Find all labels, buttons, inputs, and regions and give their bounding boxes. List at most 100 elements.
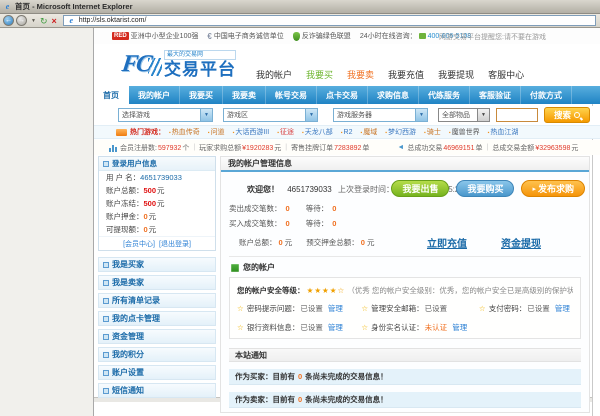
server-select[interactable]: 游戏服务器 ▼ xyxy=(333,108,428,122)
sidebar-item-settings[interactable]: 账户设置 xyxy=(98,365,216,380)
back-button[interactable]: ← xyxy=(3,15,14,26)
login-user-box: 登录用户信息 用 户 名：4651739033 账户总额：500元 账户冻结：5… xyxy=(98,156,216,251)
link-i-want-sell[interactable]: 我要卖 xyxy=(347,68,374,81)
platform-warning-text: 网游交易平台提醒您:请不要在游戏 xyxy=(439,32,546,42)
search-bar: 选择游戏 ▼ 游戏区 ▼ 游戏服务器 ▼ 全部物品 ▼ 搜索 xyxy=(94,106,600,125)
account-frozen-field: 账户冻结：500元 xyxy=(99,197,215,210)
manage-link[interactable]: 管理 xyxy=(452,323,467,332)
link-i-want-buy[interactable]: 我要买 xyxy=(306,68,333,81)
sidebar-item-points[interactable]: 我的积分 xyxy=(98,347,216,362)
tab-payment-methods[interactable]: 付款方式 xyxy=(521,86,572,104)
sell-button[interactable]: 我要出售 xyxy=(391,180,449,197)
sidebar-item-card-manage[interactable]: 我的点卡管理 xyxy=(98,311,216,326)
window-titlebar[interactable]: e 首页 - Microsoft Internet Explorer xyxy=(0,0,600,14)
category-select[interactable]: 全部物品 ▼ xyxy=(438,108,490,122)
sidebar-menu: 我是买家 我是卖家 所有清单记录 我的点卡管理 资金管理 我的积分 账户设置 短… xyxy=(98,257,216,398)
stop-button[interactable]: × xyxy=(52,16,57,26)
hot-tag-icon xyxy=(116,129,127,136)
manage-link[interactable]: 管理 xyxy=(555,304,570,313)
sidebar-item-buyer[interactable]: 我是买家 xyxy=(98,257,216,272)
hot-game-link[interactable]: ▪大话西游III xyxy=(233,127,270,137)
link-service-center[interactable]: 客服中心 xyxy=(488,68,524,81)
hot-game-link[interactable]: ▪天龙八部 xyxy=(302,127,333,137)
sidebar-item-seller[interactable]: 我是卖家 xyxy=(98,275,216,290)
site-notice-header: 本站通知 xyxy=(229,348,581,362)
user-id-field: 用 户 名：4651739033 xyxy=(99,171,215,184)
post-wanted-button[interactable]: ▸ 发布求购 xyxy=(521,180,585,197)
ie-window-icon: e xyxy=(3,2,12,11)
link-recharge[interactable]: 我要充值 xyxy=(388,68,424,81)
hot-game-link[interactable]: ▪征途 xyxy=(277,127,294,137)
userbox-links: [会员中心] [退出登录] xyxy=(99,236,215,250)
sidebar-item-sms[interactable]: 短信通知 xyxy=(98,383,216,398)
stat-listings: 寄售挂牌订单7283892单 xyxy=(291,143,369,153)
page-favicon: e xyxy=(67,16,76,25)
hot-game-link[interactable]: ▪魔域 xyxy=(360,127,377,137)
withdraw-funds-link[interactable]: 资金提现 xyxy=(501,235,541,250)
hot-game-link[interactable]: ▪魔兽世界 xyxy=(449,127,480,137)
cert-asia-top100: RED 亚洲中小型企业100强 xyxy=(112,31,198,41)
hot-games-label: 热门游戏： xyxy=(130,127,165,137)
tab-wanted-info[interactable]: 求购信息 xyxy=(368,86,419,104)
bullet-icon: ▪ xyxy=(360,130,362,136)
keyword-input[interactable] xyxy=(496,108,538,122)
bought-count-row: 买入成交笔数：0 等待：0 xyxy=(229,218,581,229)
bullet-icon: ▪ xyxy=(169,130,171,136)
manage-link[interactable]: 管理 xyxy=(328,304,343,313)
menu-bullet-icon xyxy=(103,334,109,340)
tab-my-account[interactable]: 我的帐户 xyxy=(129,86,180,104)
member-center-link[interactable]: [会员中心] xyxy=(123,239,155,249)
sidebar-item-funds[interactable]: 资金管理 xyxy=(98,329,216,344)
security-level-line: 您的帐户安全等级： ★★★★☆ （优秀 您的帐户安全级别：优秀，您的帐户安全已是… xyxy=(237,285,573,296)
history-dropdown-icon[interactable]: ▼ xyxy=(31,18,36,24)
hot-game-link[interactable]: ▪骑士 xyxy=(424,127,441,137)
star-icon: ☆ xyxy=(361,304,368,313)
logout-link[interactable]: [退出登录] xyxy=(159,239,191,249)
chevron-down-icon: ▼ xyxy=(415,109,427,121)
star-icon: ☆ xyxy=(237,304,244,313)
recharge-now-link[interactable]: 立即充值 xyxy=(427,235,467,250)
tab-account-trade[interactable]: 帐号交易 xyxy=(266,86,317,104)
menu-bullet-icon xyxy=(103,352,109,358)
menu-bullet-icon xyxy=(103,388,109,394)
refresh-button[interactable]: ↻ xyxy=(40,16,48,26)
manage-link[interactable]: 管理 xyxy=(328,323,343,332)
search-button[interactable]: 搜索 xyxy=(544,107,590,123)
security-item-safe-email: ☆ 管理安全邮箱：已设置 xyxy=(361,303,479,314)
hot-game-link[interactable]: ▪R2 xyxy=(341,129,353,136)
username-text: 4651739033 xyxy=(287,185,332,194)
hot-game-link[interactable]: ▪热血江湖 xyxy=(488,127,519,137)
tab-powerleveling[interactable]: 代练服务 xyxy=(419,86,470,104)
account-security-box: 您的帐户安全等级： ★★★★☆ （优秀 您的帐户安全级别：优秀，您的帐户安全已是… xyxy=(229,277,581,339)
star-icon: ☆ xyxy=(237,323,244,332)
bullet-icon: ▪ xyxy=(302,130,304,136)
tab-home[interactable]: 首页 xyxy=(94,86,129,104)
bullet-icon: ▪ xyxy=(449,130,451,136)
bullet-icon: ▪ xyxy=(277,130,279,136)
url-text: http://sls.oktarist.com/ xyxy=(79,17,147,24)
hot-games-bar: 热门游戏： ▪热血传奇 ▪问道 ▪大话西游III ▪征途 ▪天龙八部 ▪R2 ▪… xyxy=(94,125,600,139)
logo-tagline: 最大的交易网 xyxy=(164,50,236,60)
main-panel: 我的帐户管理信息 我要出售 我要购买 ▸ 发布求购 欢迎您！ 465173903… xyxy=(220,156,590,413)
tab-card-trade[interactable]: 点卡交易 xyxy=(317,86,368,104)
tab-service-verify[interactable]: 客服验证 xyxy=(470,86,521,104)
tab-sell[interactable]: 我要卖 xyxy=(223,86,266,104)
link-withdraw[interactable]: 我要提现 xyxy=(438,68,474,81)
menu-bullet-icon xyxy=(103,370,109,376)
tab-buy[interactable]: 我要买 xyxy=(180,86,223,104)
buy-button[interactable]: 我要购买 xyxy=(456,180,514,197)
address-bar[interactable]: e http://sls.oktarist.com/ xyxy=(63,15,596,26)
hot-game-link[interactable]: ▪问道 xyxy=(208,127,225,137)
forward-button[interactable]: → xyxy=(16,15,27,26)
euro-cert-icon: € xyxy=(207,32,211,41)
game-select[interactable]: 选择游戏 ▼ xyxy=(118,108,213,122)
hot-game-link[interactable]: ▪热血传奇 xyxy=(169,127,200,137)
sidebar-item-all-records[interactable]: 所有清单记录 xyxy=(98,293,216,308)
sidebar: 登录用户信息 用 户 名：4651739033 账户总额：500元 账户冻结：5… xyxy=(98,156,216,401)
link-my-account[interactable]: 我的帐户 xyxy=(256,68,292,81)
security-item-pay-password: ☆ 支付密码：已设置 管理 xyxy=(479,303,573,314)
site-logo[interactable]: FC 最大的交易网 交易平台 xyxy=(122,50,236,78)
logo-mark: FC xyxy=(120,51,152,78)
zone-select[interactable]: 游戏区 ▼ xyxy=(223,108,318,122)
hot-game-link[interactable]: ▪梦幻西游 xyxy=(385,127,416,137)
